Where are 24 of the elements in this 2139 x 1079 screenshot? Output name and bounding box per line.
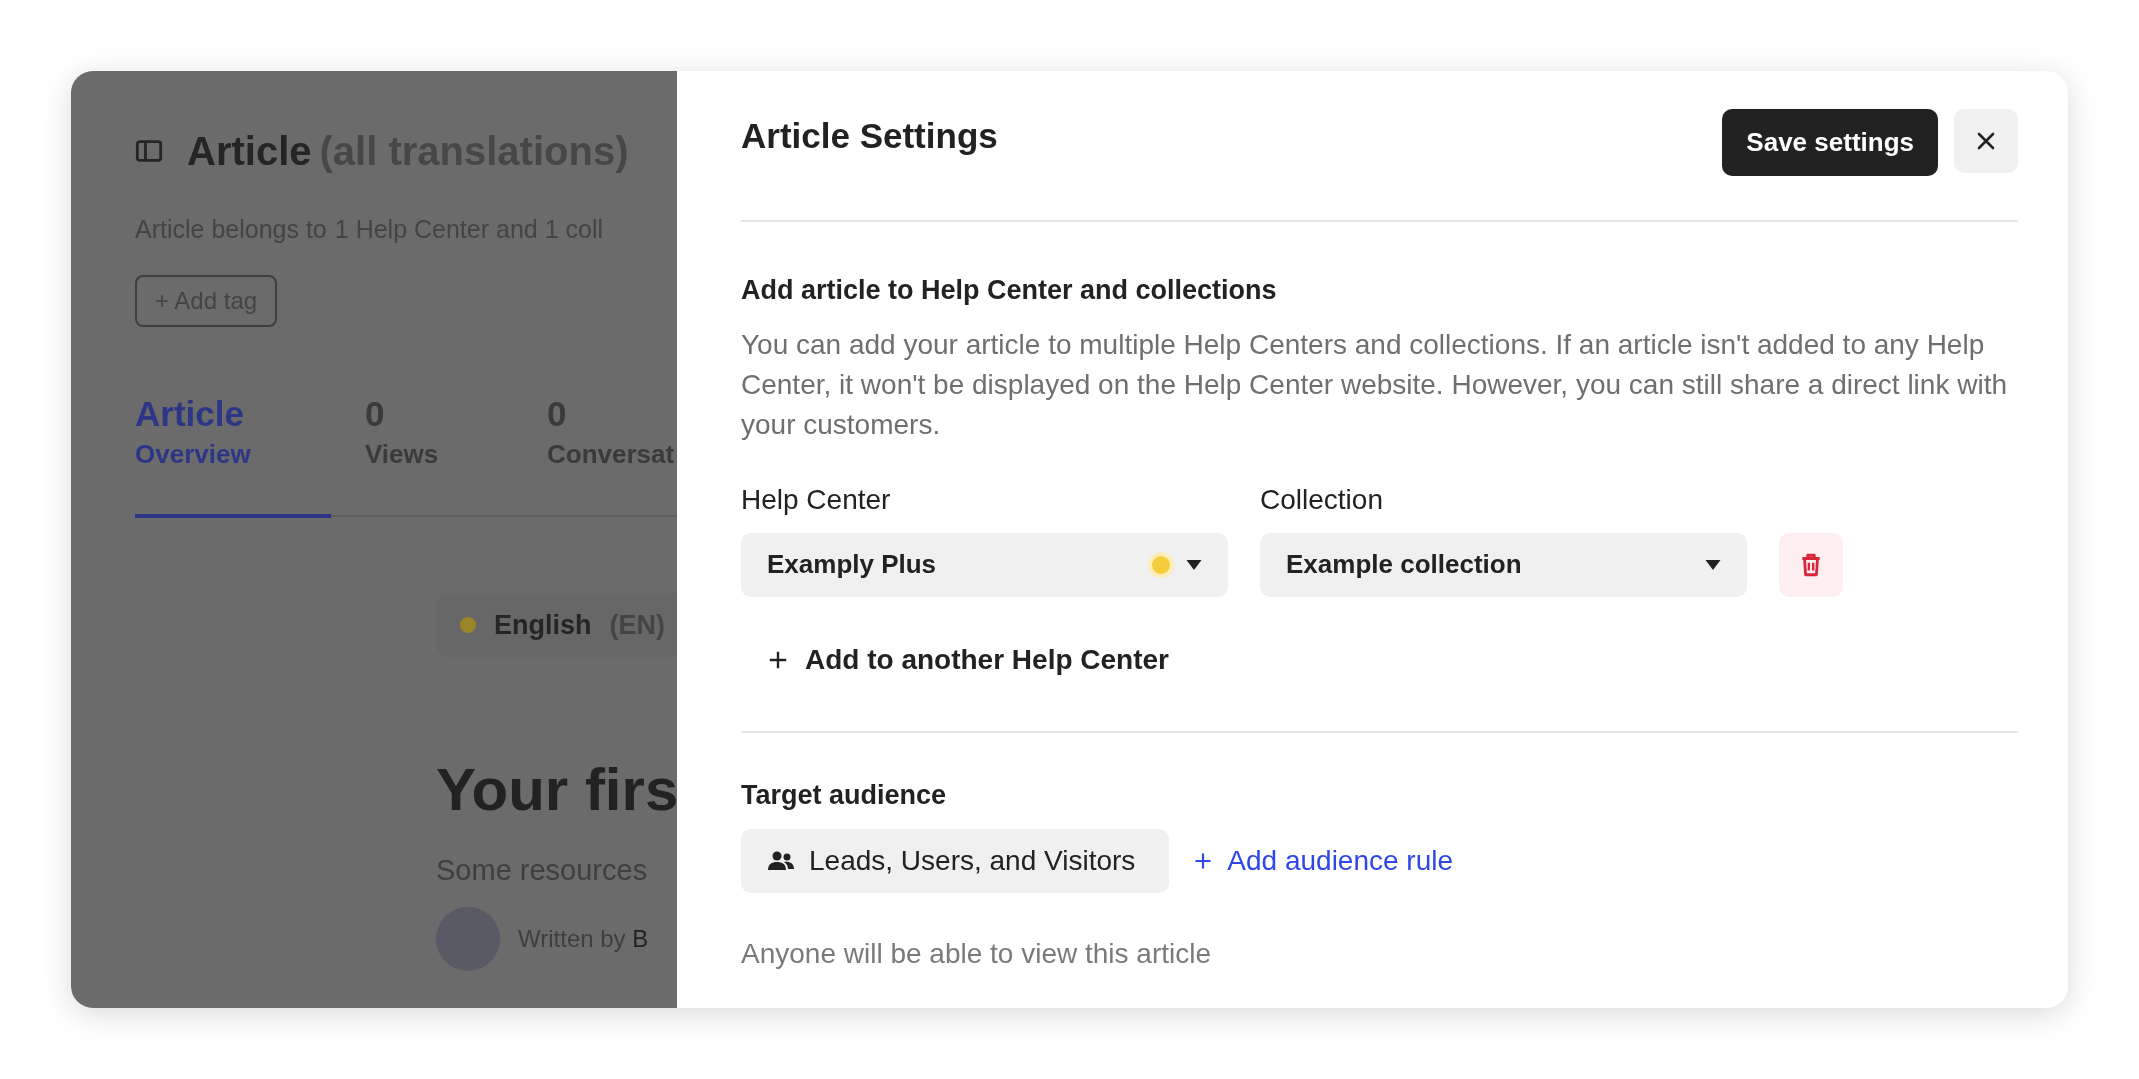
section-heading: Add article to Help Center and collections [741, 274, 1278, 307]
plus-icon [1193, 851, 1214, 871]
save-settings-button[interactable]: Save settings [1722, 109, 1938, 176]
sidebar-panel-icon [135, 137, 163, 165]
field-label: Help Center [741, 482, 892, 517]
field-label: Collection [1260, 482, 1384, 517]
caret-icon [1186, 559, 1202, 570]
status-dot [1152, 555, 1170, 574]
audience-selector[interactable]: Leads, Users, and Visitors [741, 829, 1170, 893]
article-heading: Your firs [436, 755, 677, 825]
close-button[interactable] [1954, 109, 2018, 173]
help-center-select[interactable]: Examply Plus [741, 532, 1228, 597]
audience-note: Anyone will be able to view this article [741, 937, 1212, 971]
panel-title: Article Settings [741, 115, 998, 157]
section-description: You can add your article to multiple Help Centers and collections. If an article isn't added to any Help Center, it won't be displayed on the Help Center website. However, you can still share a direct link with your customers. [741, 327, 2008, 442]
collection-select[interactable]: Example collection [1260, 532, 1747, 597]
caret-icon [1705, 559, 1721, 570]
page-title: Article [187, 128, 312, 175]
section-heading: Target audience [741, 778, 948, 812]
people-icon [767, 850, 795, 872]
add-help-center-button[interactable]: Add to another Help Center [741, 628, 1195, 691]
sidebar-toggle-icon[interactable] [135, 137, 163, 165]
delete-button[interactable] [1779, 532, 1843, 597]
add-audience-rule-link[interactable]: Add audience rule [1193, 840, 1454, 882]
